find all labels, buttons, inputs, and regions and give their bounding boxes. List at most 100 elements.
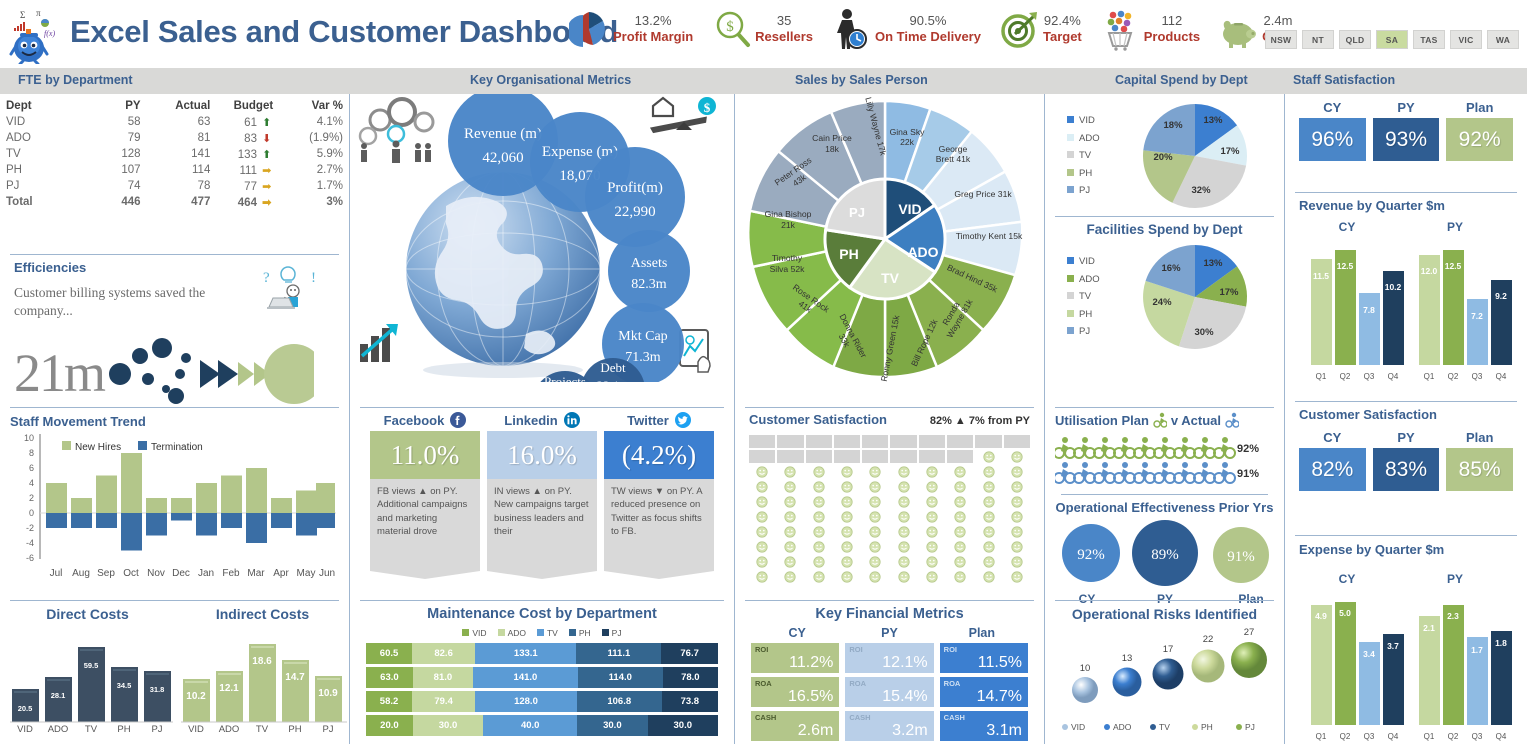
svg-text:82.3m: 82.3m <box>631 277 667 292</box>
waffle-cell-empty <box>749 450 776 463</box>
utilisation-panel: Utilisation Plan v Actual 92% 91% Operat… <box>1045 412 1284 609</box>
svg-text:18k: 18k <box>825 144 840 154</box>
svg-text:10.2: 10.2 <box>186 691 206 702</box>
smiley-face-icon <box>1004 480 1030 493</box>
svg-text:Jan: Jan <box>198 568 214 579</box>
cell-py: 79 <box>127 132 141 144</box>
pie-label-pj: 16% <box>1161 263 1181 274</box>
cust-sat-right-headers: CY PY Plan <box>1299 430 1513 445</box>
table-header-row: Dept PY Actual Budget Var % <box>0 98 349 114</box>
kpi-value: 35 <box>776 12 792 28</box>
col-py: PY <box>125 100 141 112</box>
column-capital-spend: VID ADO TV PH PJ 13% 17% 32% 20% 18% Fac… <box>1045 94 1285 744</box>
smiley-face-icon <box>862 540 888 553</box>
state-slicer-group[interactable]: NSW NT QLD SA TAS VIC WA <box>1265 30 1519 49</box>
smiley-face-icon <box>834 465 860 478</box>
costs-panel: Direct Costs 20.5 28.1 59.5 34.5 31.8 VI… <box>0 606 349 732</box>
slicer-qld[interactable]: QLD <box>1339 30 1371 49</box>
svg-text:18.6: 18.6 <box>252 656 272 667</box>
smiley-face-icon <box>1004 495 1030 508</box>
efficiency-dots-graphic <box>109 338 315 405</box>
staff-sat-value-cy: 96% <box>1299 118 1366 161</box>
legend-vid: VID <box>1067 112 1123 130</box>
smiley-face-icon <box>890 525 916 538</box>
kpi-value: 90.5% <box>909 12 947 28</box>
slicer-wa[interactable]: WA <box>1487 30 1519 49</box>
staff-sat-col-plan: Plan <box>1465 100 1494 115</box>
smiley-face-icon <box>890 540 916 553</box>
staff-sat-headers: CY PY Plan <box>1299 100 1513 115</box>
slicer-vic[interactable]: VIC <box>1450 30 1482 49</box>
expense-group-py: PY <box>1447 572 1463 586</box>
arrow-up-icon: ⬆ <box>262 116 272 129</box>
svg-text:Q3: Q3 <box>1472 372 1483 381</box>
kpi-profit-margin[interactable]: 13.2% Profit Margin <box>560 6 702 52</box>
facebook-body: FB views ▲ on PY. Additional campaigns a… <box>370 479 480 571</box>
smiley-face-icon <box>919 495 945 508</box>
staff-movement-panel: Staff Movement Trend 10 8 6 4 2 0 -2 -4 -6 New… <box>0 414 349 594</box>
slicer-tas[interactable]: TAS <box>1413 30 1445 49</box>
cell-dept: VID <box>6 116 26 128</box>
risk-legend-pj: PJ <box>1245 722 1255 732</box>
smiley-face-icon <box>777 480 803 493</box>
svg-text:1.8: 1.8 <box>1495 638 1507 648</box>
svg-text:VID: VID <box>188 724 204 732</box>
piggy-bank-icon <box>1218 6 1258 52</box>
svg-text:4: 4 <box>29 478 34 488</box>
legend-tv: TV <box>536 628 558 638</box>
kpi-products[interactable]: 112 Products <box>1091 6 1209 52</box>
cell-var: 2.7% <box>316 164 343 176</box>
cust-sat-value-py: 83% <box>1372 448 1440 491</box>
kfm-row-cash: CASH 2.6m CASH 3.2m CASH 3.1m <box>751 711 1028 741</box>
legend-ado: ADO <box>497 628 526 638</box>
capital-legend: VID ADO TV PH PJ <box>1053 112 1123 200</box>
smiley-face-icon <box>834 525 860 538</box>
linkedin-icon <box>563 412 580 428</box>
kpi-value: 92.4% <box>1043 12 1081 28</box>
risk-value-tv: 17 <box>1163 644 1174 655</box>
smiley-face-icon <box>777 465 803 478</box>
facebook-name: Facebook <box>383 412 445 428</box>
kpi-on-time-delivery[interactable]: 90.5% On Time Delivery <box>822 6 990 52</box>
kpi-value: 13.2% <box>634 12 672 28</box>
kpi-label: On Time Delivery <box>875 29 981 44</box>
smiley-face-icon <box>806 525 832 538</box>
smiley-face-icon <box>862 480 888 493</box>
risk-legend-ado: ADO <box>1113 722 1132 732</box>
fte-table-panel: Dept PY Actual Budget Var % VID 58 63 61… <box>0 98 349 210</box>
pie-label-ph: 20% <box>1153 152 1173 163</box>
svg-text:Q1: Q1 <box>1316 732 1327 741</box>
svg-text:Q2: Q2 <box>1340 732 1351 741</box>
waffle-cell-empty <box>833 450 861 463</box>
arrow-right-icon: ➡ <box>262 164 272 177</box>
fte-table: Dept PY Actual Budget Var % VID 58 63 61… <box>0 98 349 210</box>
slicer-sa[interactable]: SA <box>1376 30 1408 49</box>
col-var: Var % <box>311 100 343 112</box>
table-row: VID 58 63 61 ⬆ 4.1% <box>0 114 349 130</box>
smiley-face-icon <box>777 555 803 568</box>
smiley-face-icon <box>890 510 916 523</box>
section-label-org: Key Organisational Metrics <box>470 73 632 87</box>
kpi-strip: 13.2% Profit Margin $ 35 Resellers 90.5%… <box>560 6 1303 52</box>
slicer-nsw[interactable]: NSW <box>1265 30 1297 49</box>
cell-budget: 111 ➡ <box>239 164 272 177</box>
kpi-target[interactable]: 92.4% Target <box>990 6 1091 52</box>
utilisation-title-a: Utilisation Plan <box>1055 412 1149 428</box>
pie-label-pj: 18% <box>1163 120 1183 131</box>
svg-text:π: π <box>36 8 41 18</box>
cell-dept: TV <box>6 148 21 160</box>
svg-text:22,990: 22,990 <box>614 204 655 220</box>
risk-value-pj: 27 <box>1244 627 1255 638</box>
svg-text:TV: TV <box>85 724 98 732</box>
utilisation-plan-value: 92% <box>1237 443 1259 455</box>
svg-text:Jun: Jun <box>319 568 335 579</box>
slicer-nt[interactable]: NT <box>1302 30 1334 49</box>
svg-text:5.0: 5.0 <box>1339 608 1351 618</box>
facebook-value: 11.0% <box>370 431 480 479</box>
slice-label-timothy-silva: TimothySilva 52k <box>770 253 806 274</box>
kpi-resellers[interactable]: $ 35 Resellers <box>702 6 822 52</box>
cell-dept: PH <box>6 164 22 176</box>
smiley-face-icon <box>890 480 916 493</box>
svg-text:12.0: 12.0 <box>1421 266 1438 276</box>
waffle-cell-empty <box>777 450 804 463</box>
